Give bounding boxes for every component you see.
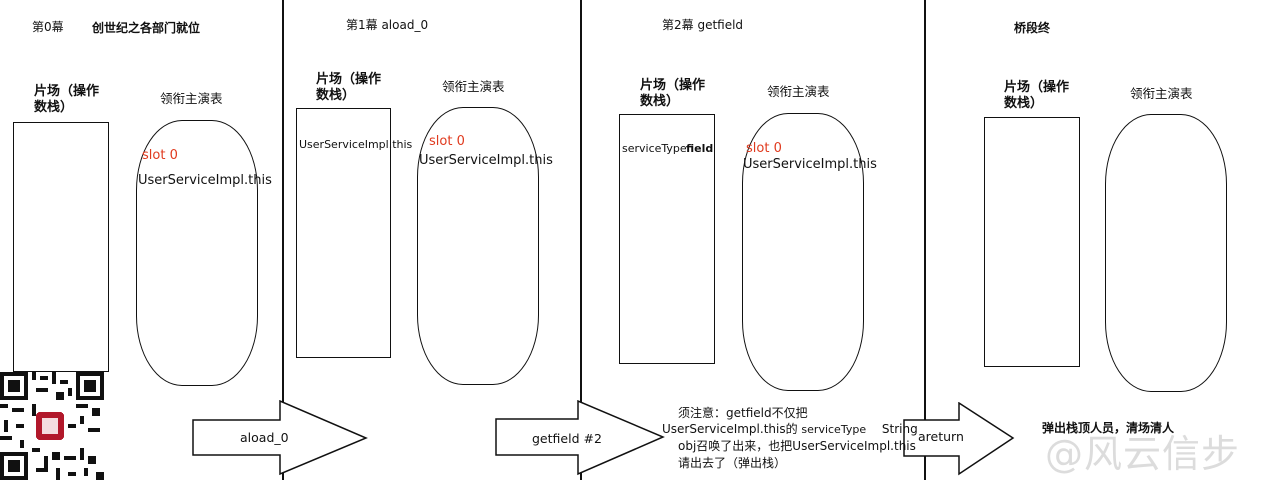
locals-label: 领衔主演表 xyxy=(442,79,505,94)
watermark-text: @风云信步 xyxy=(1044,432,1240,476)
slot-label: slot 0 xyxy=(746,141,782,156)
note-text: obj召唤了出来，也把UserServiceImpl.this xyxy=(678,439,916,453)
local-vars-box xyxy=(1105,114,1227,392)
note-text-part: serviceType xyxy=(801,423,867,436)
panel-title: 第0幕 xyxy=(32,20,64,34)
panel-title: 第2幕 getfield xyxy=(662,18,744,32)
note-text-part: String xyxy=(881,422,918,436)
note-text-part: UserServiceImpl.this的 xyxy=(662,422,798,436)
note-text: 请出去了（弹出栈） xyxy=(678,456,787,470)
slot-label: slot 0 xyxy=(142,148,178,163)
arrow-label: getfield #2 xyxy=(532,431,602,446)
local-var-value: UserServiceImpl.this xyxy=(419,153,553,168)
locals-label: 领衔主演表 xyxy=(1130,86,1193,101)
note-text: 须注意：getfield不仅把 xyxy=(678,406,808,420)
arrow-label: aload_0 xyxy=(240,430,289,445)
local-var-value: UserServiceImpl.this xyxy=(743,157,877,172)
locals-label: 领衔主演表 xyxy=(160,91,223,106)
panel-title: 桥段终 xyxy=(1014,21,1051,35)
locals-label: 领衔主演表 xyxy=(767,84,830,99)
stack-entry: UserServiceImpl.this xyxy=(299,138,413,151)
panel-title: 第1幕 aload_0 xyxy=(346,18,429,32)
operand-stack-box xyxy=(984,117,1080,367)
qr-code-icon xyxy=(0,372,104,480)
stack-label: 片场（操作数栈） xyxy=(1004,80,1070,111)
stack-label: 片场（操作数栈） xyxy=(640,78,706,109)
panel-subtitle: 创世纪之各部门就位 xyxy=(92,21,201,35)
operand-stack-box xyxy=(13,122,109,372)
stack-entry: serviceType xyxy=(622,142,687,155)
stack-entry: field xyxy=(686,142,714,155)
local-var-value: UserServiceImpl.this xyxy=(138,173,272,188)
slot-label: slot 0 xyxy=(429,134,465,149)
stack-label: 片场（操作数栈） xyxy=(316,72,382,103)
note-text: UserServiceImpl.this的 serviceType String xyxy=(662,421,918,438)
arrow-label: areturn xyxy=(918,429,964,444)
stack-label: 片场（操作数栈） xyxy=(34,84,100,115)
